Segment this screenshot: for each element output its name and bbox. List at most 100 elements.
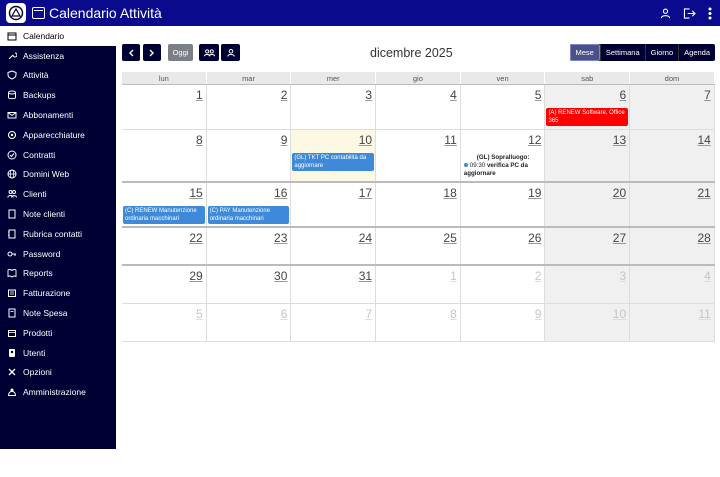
day-number[interactable]: 10: [613, 307, 626, 321]
sidebar-item-prodotti[interactable]: Prodotti: [0, 323, 116, 343]
day-cell[interactable]: 22: [122, 228, 207, 264]
day-number[interactable]: 18: [443, 186, 456, 200]
day-cell[interactable]: 27: [545, 228, 631, 264]
day-cell[interactable]: 4: [630, 266, 715, 303]
view-day-button[interactable]: Giorno: [644, 44, 679, 61]
day-number[interactable]: 6: [619, 88, 626, 102]
day-cell[interactable]: 4: [376, 85, 461, 129]
day-number[interactable]: 6: [281, 307, 288, 321]
event-renew-software[interactable]: (A) RENEW Software, Office 365: [546, 108, 629, 126]
day-number[interactable]: 15: [189, 186, 202, 200]
sidebar-item-apparecchiature[interactable]: Apparecchiature: [0, 125, 116, 145]
day-cell[interactable]: 3: [545, 266, 631, 303]
sidebar-item-calendario[interactable]: Calendario: [0, 26, 116, 46]
day-number[interactable]: 29: [189, 269, 202, 283]
day-number[interactable]: 9: [535, 307, 542, 321]
sidebar-item-contratti[interactable]: Contratti: [0, 145, 116, 165]
user-icon[interactable]: [660, 8, 671, 19]
day-cell[interactable]: 6 (A) RENEW Software, Office 365: [545, 85, 631, 129]
next-month-button[interactable]: [143, 44, 161, 61]
day-cell[interactable]: 7: [630, 85, 715, 129]
sidebar-item-clienti[interactable]: Clienti: [0, 184, 116, 204]
day-number[interactable]: 12: [528, 133, 541, 147]
day-cell[interactable]: 3: [291, 85, 377, 129]
day-cell[interactable]: 9: [460, 304, 546, 341]
day-number[interactable]: 16: [274, 186, 287, 200]
day-number[interactable]: 4: [450, 88, 457, 102]
day-cell[interactable]: 31: [291, 266, 377, 303]
day-number[interactable]: 7: [365, 307, 372, 321]
day-cell[interactable]: 1: [122, 85, 207, 129]
day-number[interactable]: 25: [443, 231, 456, 245]
event-tkt-pc-contabilita[interactable]: (GL) TKT PC contabilità da aggiornare: [292, 153, 375, 171]
day-number[interactable]: 10: [359, 133, 372, 147]
day-number[interactable]: 8: [196, 133, 203, 147]
day-number[interactable]: 28: [697, 231, 710, 245]
day-number[interactable]: 13: [613, 133, 626, 147]
event-renew-manutenzione[interactable]: (C) RENEW Manutenzione ordinaria macchin…: [123, 206, 205, 224]
day-number[interactable]: 19: [528, 186, 541, 200]
day-cell[interactable]: 2: [460, 266, 546, 303]
day-cell[interactable]: 7: [291, 304, 377, 341]
day-number[interactable]: 3: [619, 269, 626, 283]
prev-month-button[interactable]: [122, 44, 140, 61]
day-number[interactable]: 9: [281, 133, 288, 147]
day-cell[interactable]: 25: [376, 228, 461, 264]
day-cell[interactable]: 5: [461, 85, 546, 129]
day-number[interactable]: 22: [189, 231, 202, 245]
day-cell[interactable]: 30: [207, 266, 292, 303]
day-number[interactable]: 27: [613, 231, 626, 245]
view-agenda-button[interactable]: Agenda: [678, 44, 715, 61]
day-number[interactable]: 11: [444, 133, 456, 147]
day-number[interactable]: 26: [528, 231, 541, 245]
logout-icon[interactable]: [683, 7, 696, 19]
day-cell[interactable]: 10: [545, 304, 631, 341]
day-number[interactable]: 7: [704, 88, 711, 102]
group-users-button[interactable]: [199, 44, 219, 61]
day-number[interactable]: 2: [281, 88, 288, 102]
day-number[interactable]: 4: [704, 269, 711, 283]
day-cell[interactable]: 26: [461, 228, 546, 264]
sidebar-item-opzioni[interactable]: Opzioni: [0, 363, 116, 383]
day-cell[interactable]: 9: [207, 130, 292, 181]
sidebar-item-note-spesa[interactable]: Note Spesa: [0, 303, 116, 323]
app-logo[interactable]: [6, 3, 26, 23]
sidebar-item-fatturazione[interactable]: Fatturazione: [0, 283, 116, 303]
day-cell[interactable]: 28: [630, 228, 715, 264]
day-cell[interactable]: 10 (GL) TKT PC contabilità da aggiornare: [291, 130, 377, 181]
day-cell[interactable]: 29: [122, 266, 207, 303]
day-number[interactable]: 3: [365, 88, 372, 102]
day-cell[interactable]: 11: [630, 304, 715, 341]
day-cell[interactable]: 19: [461, 183, 546, 226]
sidebar-item-domini-web[interactable]: Domini Web: [0, 165, 116, 185]
day-number[interactable]: 11: [698, 307, 710, 321]
day-cell[interactable]: 14: [630, 130, 715, 181]
sidebar-item-attività[interactable]: Attività: [0, 66, 116, 86]
sidebar-item-note-clienti[interactable]: Note clienti: [0, 204, 116, 224]
day-cell[interactable]: 23: [207, 228, 292, 264]
sidebar-item-abbonamenti[interactable]: Abbonamenti: [0, 105, 116, 125]
sidebar-item-reports[interactable]: Reports: [0, 264, 116, 284]
day-cell[interactable]: 16 (C) PAY Manutenzione ordinaria macchin…: [207, 183, 292, 226]
sidebar-item-assistenza[interactable]: Assistenza: [0, 46, 116, 66]
day-number[interactable]: 31: [359, 269, 372, 283]
sidebar-item-password[interactable]: Password: [0, 244, 116, 264]
day-number[interactable]: 8: [450, 307, 457, 321]
day-cell[interactable]: 21: [630, 183, 715, 226]
day-number[interactable]: 24: [359, 231, 372, 245]
sidebar-item-amministrazione[interactable]: Amministrazione: [0, 382, 116, 402]
day-cell[interactable]: 5: [122, 304, 207, 341]
day-number[interactable]: 14: [697, 133, 710, 147]
today-button[interactable]: Oggi: [168, 44, 193, 61]
sidebar-item-rubrica-contatti[interactable]: Rubrica contatti: [0, 224, 116, 244]
day-number[interactable]: 23: [274, 231, 287, 245]
view-week-button[interactable]: Settimana: [599, 44, 645, 61]
day-number[interactable]: 20: [613, 186, 626, 200]
sidebar-item-backups[interactable]: Backups: [0, 85, 116, 105]
more-vertical-icon[interactable]: [708, 7, 712, 20]
event-pay-manutenzione[interactable]: (C) PAY Manutenzione ordinaria macchinar…: [207, 206, 290, 224]
day-cell[interactable]: 1: [376, 266, 461, 303]
day-cell[interactable]: 6: [206, 304, 292, 341]
day-number[interactable]: 2: [535, 269, 542, 283]
day-cell[interactable]: 20: [545, 183, 631, 226]
